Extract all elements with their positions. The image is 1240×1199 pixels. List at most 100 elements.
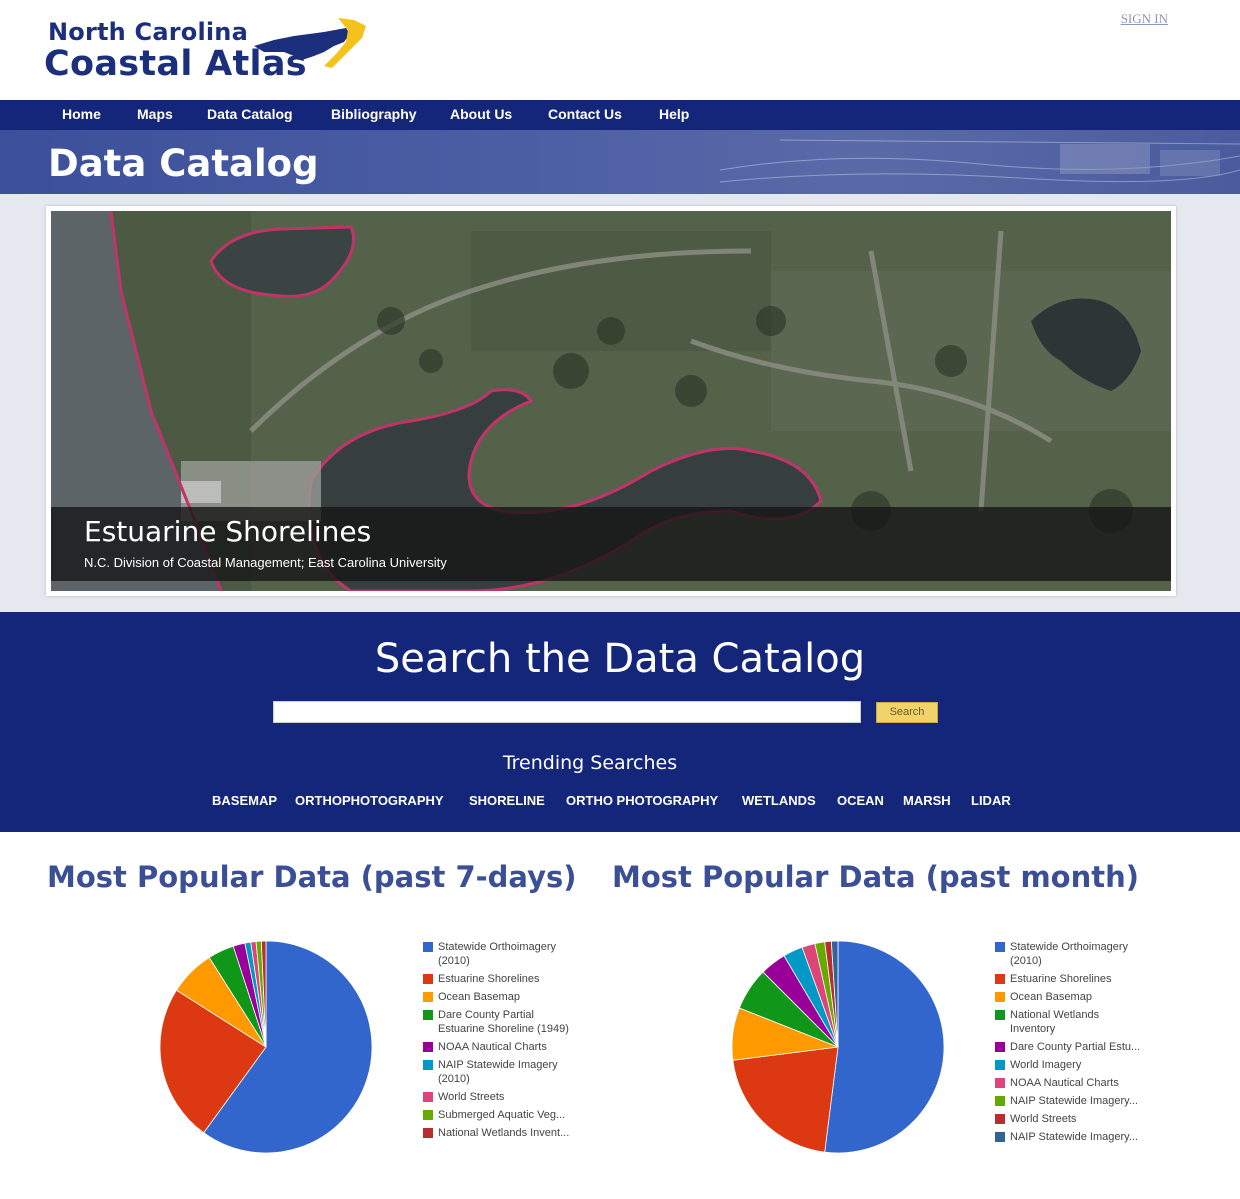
legend-swatch — [995, 992, 1005, 1002]
trending-heading: Trending Searches — [502, 752, 678, 774]
legend-label: NAIP Statewide Imagery (2010) — [438, 1059, 558, 1085]
search-button[interactable]: Search — [876, 702, 938, 723]
map-texture-image — [720, 139, 1240, 183]
legend-item[interactable]: Submerged Aquatic Veg... — [423, 1108, 573, 1122]
legend-item[interactable]: National Wetlands Invent... — [423, 1126, 573, 1140]
nav-bibliography[interactable]: Bibliography — [331, 106, 417, 122]
legend-item[interactable]: Ocean Basemap — [995, 990, 1145, 1004]
legend-swatch — [423, 1092, 433, 1102]
popular-month-heading: Most Popular Data (past month) — [612, 860, 1140, 894]
legend-swatch — [995, 1010, 1005, 1020]
legend-swatch — [423, 992, 433, 1002]
legend-swatch — [995, 1078, 1005, 1088]
legend-item[interactable]: Dare County Partial Estu... — [995, 1040, 1145, 1054]
nav-help[interactable]: Help — [659, 106, 689, 122]
site-header: North Carolina Coastal Atlas SIGN IN — [0, 0, 1240, 100]
legend-label: Statewide Orthoimagery (2010) — [438, 941, 556, 967]
legend-swatch — [423, 1060, 433, 1070]
pie-slice[interactable] — [824, 940, 945, 1154]
legend-swatch — [995, 974, 1005, 984]
nav-maps[interactable]: Maps — [137, 106, 173, 122]
search-section: Search the Data Catalog Search Trending … — [0, 612, 1240, 832]
pie-chart-month — [731, 940, 945, 1154]
legend-swatch — [995, 1042, 1005, 1052]
trending-link[interactable]: WETLANDS — [742, 793, 816, 808]
legend-item[interactable]: NAIP Statewide Imagery... — [995, 1130, 1145, 1144]
legend-item[interactable]: National Wetlands Inventory — [995, 1008, 1145, 1036]
featured-dataset-section: Estuarine Shorelines N.C. Division of Co… — [0, 194, 1240, 612]
legend-swatch — [423, 1110, 433, 1120]
nav-about-us[interactable]: About Us — [450, 106, 512, 122]
legend-label: Dare County Partial Estuarine Shoreline … — [438, 1009, 569, 1035]
legend-item[interactable]: World Streets — [423, 1090, 573, 1104]
legend-item[interactable]: Statewide Orthoimagery (2010) — [423, 940, 573, 968]
legend-label: Submerged Aquatic Veg... — [438, 1109, 566, 1121]
legend-label: National Wetlands Inventory — [1010, 1009, 1100, 1035]
trending-link[interactable]: SHORELINE — [469, 793, 545, 808]
trending-link[interactable]: MARSH — [903, 793, 951, 808]
legend-item[interactable]: Dare County Partial Estuarine Shoreline … — [423, 1008, 573, 1036]
legend-swatch — [423, 1010, 433, 1020]
nav-contact-us[interactable]: Contact Us — [548, 106, 622, 122]
legend-label: NAIP Statewide Imagery... — [1010, 1095, 1138, 1107]
legend-swatch — [423, 942, 433, 952]
legend-label: Estuarine Shorelines — [438, 973, 540, 985]
legend-swatch — [995, 1096, 1005, 1106]
featured-caption: Estuarine Shorelines N.C. Division of Co… — [51, 507, 1171, 581]
legend-item[interactable]: Statewide Orthoimagery (2010) — [995, 940, 1145, 968]
pie-chart-week — [159, 940, 373, 1154]
featured-dataset-card[interactable]: Estuarine Shorelines N.C. Division of Co… — [46, 206, 1176, 596]
page-title: Data Catalog — [48, 142, 319, 185]
trending-link[interactable]: LIDAR — [971, 793, 1011, 808]
legend-label: NOAA Nautical Charts — [438, 1041, 547, 1053]
legend-label: World Streets — [438, 1091, 505, 1103]
nav-home[interactable]: Home — [62, 106, 101, 122]
site-logo[interactable]: North Carolina Coastal Atlas — [44, 14, 374, 86]
legend-month: Statewide Orthoimagery (2010) Estuarine S… — [995, 940, 1145, 1148]
legend-label: NOAA Nautical Charts — [1010, 1077, 1119, 1089]
sign-in-link[interactable]: SIGN IN — [1121, 11, 1168, 27]
legend-item[interactable]: NAIP Statewide Imagery (2010) — [423, 1058, 573, 1086]
nc-state-icon — [254, 18, 366, 68]
legend-item[interactable]: Estuarine Shorelines — [423, 972, 573, 986]
legend-swatch — [995, 1132, 1005, 1142]
title-banner: Data Catalog — [0, 130, 1240, 194]
trending-link[interactable]: BASEMAP — [212, 793, 277, 808]
legend-item[interactable]: World Streets — [995, 1112, 1145, 1126]
trending-link[interactable]: OCEAN — [837, 793, 884, 808]
legend-item[interactable]: World Imagery — [995, 1058, 1145, 1072]
legend-swatch — [423, 1042, 433, 1052]
legend-label: National Wetlands Invent... — [438, 1127, 570, 1139]
legend-item[interactable]: NAIP Statewide Imagery... — [995, 1094, 1145, 1108]
legend-label: World Streets — [1010, 1113, 1077, 1125]
trending-link[interactable]: ORTHO PHOTOGRAPHY — [566, 793, 718, 808]
legend-swatch — [995, 1114, 1005, 1124]
pie-slice[interactable] — [732, 1046, 839, 1153]
nav-data-catalog[interactable]: Data Catalog — [207, 106, 293, 122]
trending-link[interactable]: ORTHOPHOTOGRAPHY — [295, 793, 444, 808]
legend-item[interactable]: NOAA Nautical Charts — [423, 1040, 573, 1054]
legend-week: Statewide Orthoimagery (2010) Estuarine S… — [423, 940, 573, 1144]
legend-label: Statewide Orthoimagery (2010) — [1010, 941, 1128, 967]
legend-item[interactable]: Estuarine Shorelines — [995, 972, 1145, 986]
legend-label: World Imagery — [1010, 1059, 1082, 1071]
legend-item[interactable]: Ocean Basemap — [423, 990, 573, 1004]
legend-swatch — [995, 942, 1005, 952]
popular-week-heading: Most Popular Data (past 7-days) — [47, 860, 577, 894]
legend-swatch — [995, 1060, 1005, 1070]
legend-label: Estuarine Shorelines — [1010, 973, 1112, 985]
legend-label: Ocean Basemap — [1010, 991, 1092, 1003]
logo-line1: North Carolina — [48, 18, 248, 46]
legend-item[interactable]: NOAA Nautical Charts — [995, 1076, 1145, 1090]
legend-label: NAIP Statewide Imagery... — [1010, 1131, 1138, 1143]
main-nav: Home Maps Data Catalog Bibliography Abou… — [0, 100, 1240, 130]
legend-label: Ocean Basemap — [438, 991, 520, 1003]
featured-title[interactable]: Estuarine Shorelines — [84, 515, 371, 548]
search-input[interactable] — [273, 701, 861, 723]
legend-label: Dare County Partial Estu... — [1010, 1041, 1141, 1053]
search-heading: Search the Data Catalog — [374, 636, 866, 682]
legend-swatch — [423, 1128, 433, 1138]
featured-source: N.C. Division of Coastal Management; Eas… — [84, 555, 447, 570]
featured-aerial-image: Estuarine Shorelines N.C. Division of Co… — [51, 211, 1171, 591]
legend-swatch — [423, 974, 433, 984]
